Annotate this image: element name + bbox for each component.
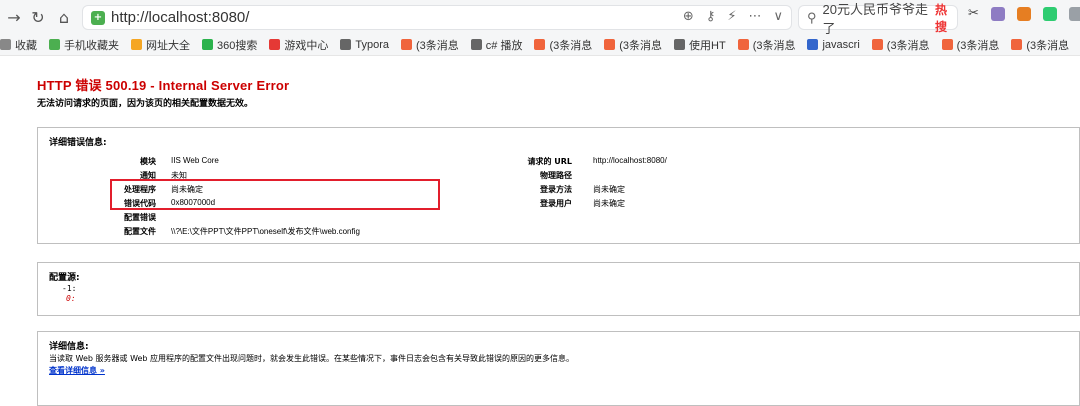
bookmark-label: c# 播放 [485,39,523,52]
value-logon-user: 尚未确定 [593,199,625,208]
search-icon: ⚲ [807,9,817,25]
config-source-panel: 配置源: -1: 0: [37,262,1080,316]
bookmark-item[interactable]: c# 播放 [470,37,523,53]
key-icon[interactable]: ⚷ [706,9,716,24]
bookmark-label: (3条消息 [956,39,1000,52]
config-line-1: -1: [62,284,77,293]
bookmark-favicon-icon [202,39,213,50]
bookmark-favicon-icon [269,39,281,50]
highlight-annotation-box [110,179,440,210]
chevron-down-icon[interactable]: ∨ [773,9,783,24]
bookmark-favicon-icon [941,39,953,50]
bookmark-item[interactable]: (3条消息 [871,37,930,53]
label-module: 模块 [140,157,156,166]
panel-title: 详细错误信息: [49,138,107,148]
zoom-icon[interactable]: ⊕ [683,9,694,24]
home-icon[interactable]: ⌂ [52,5,76,29]
page-title: HTTP 错误 500.19 - Internal Server Error [37,78,290,93]
more-info-panel: 详细信息: 当读取 Web 服务器或 Web 应用程序的配置文件出现问题时，就会… [37,331,1080,406]
label-config-file: 配置文件 [124,227,156,236]
scissors-icon[interactable]: ✂ [968,7,979,21]
bookmark-favicon-icon [807,39,819,50]
search-placeholder: 20元人民币爷爷走了 [822,1,928,36]
bookmark-favicon-icon [340,39,352,50]
bookmark-favicon-icon [604,39,616,50]
bookmark-label: Typora [355,38,389,51]
bookmarks-bar: 收藏 手机收藏夹 网址大全 360搜索 游戏中心 Typora (3条消息 c# 播放 (3条消… [0,34,1080,56]
bookmark-favicon-icon [131,39,142,50]
bookmark-label: javascri [822,38,860,51]
label-logon-user: 登录用户 [540,199,572,208]
detailed-error-panel: 详细错误信息: 模块 IIS Web Core 通知 未知 处理程序 尚未确定 … [37,127,1080,244]
bookmark-label: 网址大全 [146,39,190,52]
label-config-error: 配置错误 [124,213,156,222]
bookmark-favicon-icon [1011,39,1023,50]
bookmark-item[interactable]: 手机收藏夹 [49,37,119,53]
bookmark-item[interactable]: 网址大全 [131,37,190,53]
panel-title: 详细信息: [49,342,89,352]
bookmark-item[interactable]: 360搜索 [202,37,257,53]
bookmark-item[interactable]: (3条消息 [737,37,796,53]
extension-icons: ✂ [968,7,1080,21]
bookmark-item[interactable]: 收藏 [0,37,37,53]
bookmark-favicon-icon [0,39,11,50]
more-info-text: 当读取 Web 服务器或 Web 应用程序的配置文件出现问题时，就会发生此错误。… [49,354,575,363]
view-more-link[interactable]: 查看详细信息 » [49,365,105,376]
bookmark-label: (3条消息 [752,39,796,52]
bookmark-label: 360搜索 [217,39,258,52]
bookmark-label: 使用HT [689,39,726,52]
bookmark-favicon-icon [401,39,412,50]
more-icon[interactable]: ⋯ [748,9,761,24]
value-logon-method: 尚未确定 [593,185,625,194]
value-config-file: \\?\E:\文件PPT\文件PPT\oneself\发布文件\web.conf… [171,227,360,236]
bookmark-favicon-icon [49,39,60,50]
reload-icon[interactable]: ↻ [26,5,50,29]
address-url: http://localhost:8080/ [111,9,250,26]
extension-green-icon[interactable] [1042,7,1057,21]
value-request-url: http://localhost:8080/ [593,156,667,165]
bookmark-label: 收藏 [15,39,37,52]
bookmark-item[interactable]: javascri [807,38,860,51]
extension-orange-icon[interactable] [1016,7,1031,21]
bookmark-label: (3条消息 [619,39,663,52]
hot-badge[interactable]: 热搜 [935,1,957,35]
bookmark-item[interactable]: (3条消息 [941,37,1000,53]
lightning-icon[interactable]: ⚡ [727,9,736,24]
config-line-2: 0: [66,294,76,303]
address-bar[interactable]: + http://localhost:8080/ ⊕ ⚷ ⚡ ⋯ ∨ [82,5,792,30]
back-arrow-icon[interactable]: → [2,5,26,29]
bookmark-item[interactable]: (3条消息 [401,37,459,53]
label-request-url: 请求的 URL [527,157,572,166]
browser-toolbar: → ↻ ⌂ + http://localhost:8080/ ⊕ ⚷ ⚡ ⋯ ∨… [0,0,1080,36]
bookmark-item[interactable]: (3条消息 [1011,37,1069,53]
extension-gray-icon[interactable] [1068,7,1080,21]
bookmark-favicon-icon [737,39,749,50]
page-subtitle: 无法访问请求的页面，因为该页的相关配置数据无效。 [37,99,254,109]
bookmark-favicon-icon [674,39,686,50]
bookmark-label: 游戏中心 [284,39,329,52]
extension-purple-icon[interactable] [990,7,1005,21]
panel-title: 配置源: [49,273,80,283]
bookmark-favicon-icon [534,39,546,50]
site-icon: + [91,10,105,25]
bookmark-item[interactable]: Typora [340,39,389,51]
error-page: HTTP 错误 500.19 - Internal Server Error 无… [0,57,1080,406]
bookmark-item[interactable]: 使用HT [674,37,726,53]
bookmark-item[interactable]: (3条消息 [534,37,592,53]
bookmark-label: (3条消息 [549,39,593,52]
bookmark-favicon-icon [470,39,482,50]
bookmark-favicon-icon [871,39,883,50]
bookmark-label: (3条消息 [1026,39,1070,52]
bookmark-label: (3条消息 [886,39,930,52]
value-module: IIS Web Core [171,156,219,165]
bookmark-label: 手机收藏夹 [64,39,119,52]
bookmark-item[interactable]: 游戏中心 [269,37,328,53]
label-logon-method: 登录方法 [540,185,572,194]
label-physical-path: 物理路径 [540,171,572,180]
search-input[interactable]: ⚲ 20元人民币爷爷走了 热搜 [798,2,958,36]
bookmark-label: (3条消息 [416,39,459,52]
bookmark-item[interactable]: (3条消息 [604,37,662,53]
